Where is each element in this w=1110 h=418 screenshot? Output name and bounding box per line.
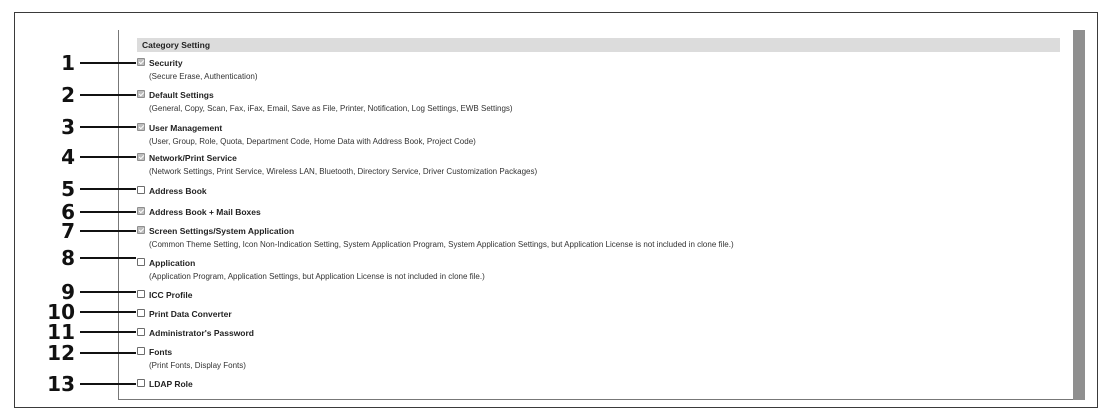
callout-line: [80, 383, 136, 385]
callout-line: [80, 94, 136, 96]
callout-line: [80, 331, 136, 333]
label-security: Security: [149, 58, 183, 68]
callout-number: 8: [61, 246, 75, 270]
callout-number: 1: [61, 51, 75, 75]
checkbox-default-settings[interactable]: [137, 90, 145, 98]
callout-line: [80, 126, 136, 128]
label-default-settings: Default Settings: [149, 90, 214, 100]
callout-line: [80, 211, 136, 213]
callout-number: 4: [61, 145, 75, 169]
panel-left-border: [118, 30, 119, 399]
label-user-management: User Management: [149, 123, 223, 133]
callout-line: [80, 188, 136, 190]
callout-number: 9: [61, 280, 75, 304]
label-administrators-password: Administrator's Password: [149, 328, 254, 338]
callout-line: [80, 352, 136, 354]
category-setting-title: Category Setting: [142, 40, 211, 50]
label-icc-profile: ICC Profile: [149, 290, 193, 300]
desc-default-settings: (General, Copy, Scan, Fax, iFax, Email, …: [149, 104, 513, 113]
callout-line: [80, 311, 136, 313]
label-application: Application: [149, 258, 196, 268]
callout-line: [80, 156, 136, 158]
checkbox-print-data-converter[interactable]: [137, 309, 145, 317]
callout-number: 2: [61, 83, 75, 107]
desc-fonts: (Print Fonts, Display Fonts): [149, 361, 246, 370]
callout-line: [80, 257, 136, 259]
desc-screen-settings: (Common Theme Setting, Icon Non-Indicati…: [149, 240, 734, 249]
desc-security: (Secure Erase, Authentication): [149, 72, 258, 81]
label-address-book-mail-boxes: Address Book + Mail Boxes: [149, 207, 261, 217]
callout-line: [80, 230, 136, 232]
checkbox-administrators-password[interactable]: [137, 328, 145, 336]
callout-line: [80, 62, 136, 64]
callout-line: [80, 291, 136, 293]
label-screen-settings: Screen Settings/System Application: [149, 226, 295, 236]
label-fonts: Fonts: [149, 347, 173, 357]
desc-application: (Application Program, Application Settin…: [149, 272, 485, 281]
callout-number: 13: [47, 372, 75, 396]
callout-number: 12: [47, 341, 75, 365]
desc-user-management: (User, Group, Role, Quota, Department Co…: [149, 137, 476, 146]
callout-number: 10: [47, 300, 75, 324]
label-network-print-service: Network/Print Service: [149, 153, 237, 163]
checkbox-address-book[interactable]: [137, 186, 145, 194]
checkbox-network-print-service[interactable]: [137, 153, 145, 161]
label-print-data-converter: Print Data Converter: [149, 309, 232, 319]
checkbox-ldap-role[interactable]: [137, 379, 145, 387]
label-ldap-role: LDAP Role: [149, 379, 193, 389]
checkbox-icc-profile[interactable]: [137, 290, 145, 298]
checkbox-address-book-mail-boxes[interactable]: [137, 207, 145, 215]
callout-number: 7: [61, 219, 75, 243]
checkbox-application[interactable]: [137, 258, 145, 266]
checkbox-user-management[interactable]: [137, 123, 145, 131]
callout-number: 11: [47, 320, 75, 344]
checkbox-screen-settings[interactable]: [137, 226, 145, 234]
category-setting-header: [137, 38, 1060, 52]
vertical-scrollbar[interactable]: [1073, 30, 1085, 400]
label-address-book: Address Book: [149, 186, 207, 196]
callout-number: 5: [61, 177, 75, 201]
desc-network-print-service: (Network Settings, Print Service, Wirele…: [149, 167, 538, 176]
checkbox-security[interactable]: [137, 58, 145, 66]
checkbox-fonts[interactable]: [137, 347, 145, 355]
callout-number: 3: [61, 115, 75, 139]
panel-bottom-border: [118, 399, 1073, 400]
